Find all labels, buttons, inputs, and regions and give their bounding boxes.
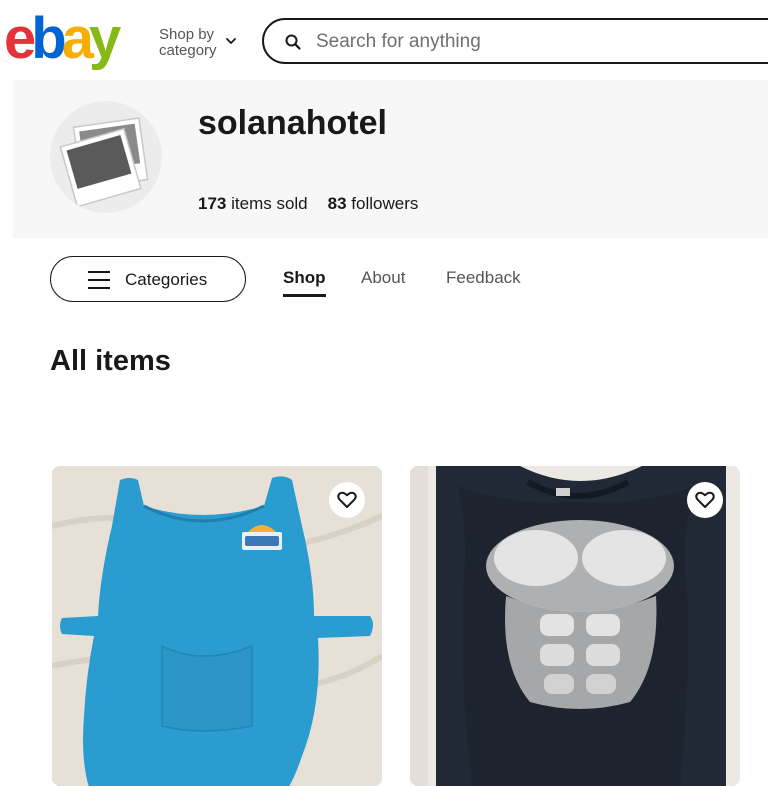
categories-button[interactable]: Categories (50, 256, 246, 302)
listing-image[interactable] (52, 466, 382, 786)
watch-button[interactable] (329, 482, 365, 518)
search-input[interactable] (316, 28, 716, 56)
store-stats: 173 items sold 83 followers (198, 194, 418, 214)
category-label: category (159, 42, 217, 59)
followers-count[interactable]: 83 (328, 194, 347, 213)
section-title: All items (50, 345, 171, 377)
shop-by-label: Shop by (159, 26, 215, 43)
categories-label: Categories (125, 270, 208, 289)
ebay-logo[interactable]: ebay (4, 4, 121, 74)
tab-about[interactable]: About (361, 268, 405, 288)
shop-by-category-button[interactable]: Shop by category (159, 27, 217, 59)
tab-shop[interactable]: Shop (283, 268, 326, 297)
heart-icon (337, 491, 357, 508)
menu-icon (88, 271, 110, 289)
chevron-down-icon[interactable] (224, 34, 238, 48)
items-sold-label: items sold (231, 194, 308, 213)
watch-button[interactable] (687, 482, 723, 518)
heart-icon (695, 491, 715, 508)
search-bar[interactable] (262, 18, 768, 64)
store-avatar[interactable] (50, 101, 162, 213)
listing-image[interactable] (410, 466, 740, 786)
placeholder-photo-icon (59, 117, 149, 208)
listing-card[interactable] (52, 466, 382, 786)
listing-card[interactable] (410, 466, 740, 786)
header: ebay Shop by category (0, 0, 768, 80)
items-sold-count: 173 (198, 194, 227, 213)
followers-label[interactable]: followers (351, 194, 418, 213)
tab-feedback[interactable]: Feedback (446, 268, 521, 288)
store-name: solanahotel (198, 104, 387, 142)
search-icon[interactable] (284, 33, 302, 51)
